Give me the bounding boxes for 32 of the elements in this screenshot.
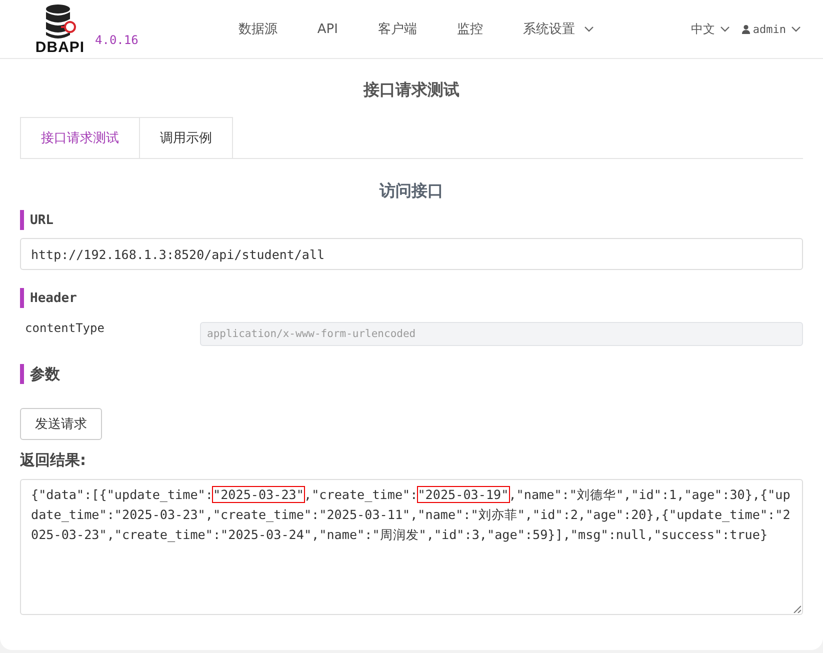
page-title: 接口请求测试 (362, 80, 460, 101)
section-title: 访问接口 (378, 181, 444, 202)
header-name: contentType (24, 321, 106, 335)
url-label: URL (30, 212, 54, 228)
caret-icon (720, 26, 730, 32)
nav-item[interactable]: 监控 (456, 20, 483, 38)
nav-item[interactable]: 数据源 (238, 20, 278, 38)
caret-icon (791, 26, 801, 32)
version-label: 4.0.16 (95, 33, 138, 47)
accent-bar (20, 364, 24, 384)
nav-item[interactable]: 客户端 (378, 20, 417, 38)
header-label: Header (30, 290, 77, 306)
user-icon (742, 24, 750, 34)
language-menu[interactable]: 中文 (690, 20, 730, 38)
accent-bar (20, 288, 24, 308)
send-request-button[interactable]: 发送请求 (20, 408, 102, 440)
highlighted-text: "2025-03-19" (418, 487, 509, 502)
nav-item[interactable]: 系统设置 (522, 20, 594, 38)
caret-icon (584, 26, 594, 32)
tab[interactable]: 调用示例 (140, 117, 233, 158)
database-icon (43, 4, 77, 40)
highlighted-text: "2025-03-23" (212, 487, 304, 502)
params-label: 参数 (30, 364, 60, 384)
accent-bar (20, 210, 24, 230)
url-field[interactable]: http://192.168.1.3:8520/api/student/all (20, 238, 803, 270)
result-label: 返回结果: (20, 451, 87, 470)
logo-text: DBAPI (35, 40, 85, 56)
user-menu[interactable]: admin (742, 20, 801, 38)
tab[interactable]: 接口请求测试 (20, 117, 140, 158)
nav-item[interactable]: API (317, 20, 338, 38)
resize-grip-icon (793, 605, 801, 613)
result-text-area[interactable]: {"data":[{"update_time":"2025-03-23","create_time":"2025-03-19","name":"刘德华","id":1,"age":30},{"update_time":"2025-03-23","create_time":"2025-03-11","name":"刘亦菲","id":2,"age":20},{"update_time":"2025-03-23","create_time":"2025-03-24","name":"周润发","id":3,"age":59}],"msg":null,"success":true} (20, 479, 803, 615)
